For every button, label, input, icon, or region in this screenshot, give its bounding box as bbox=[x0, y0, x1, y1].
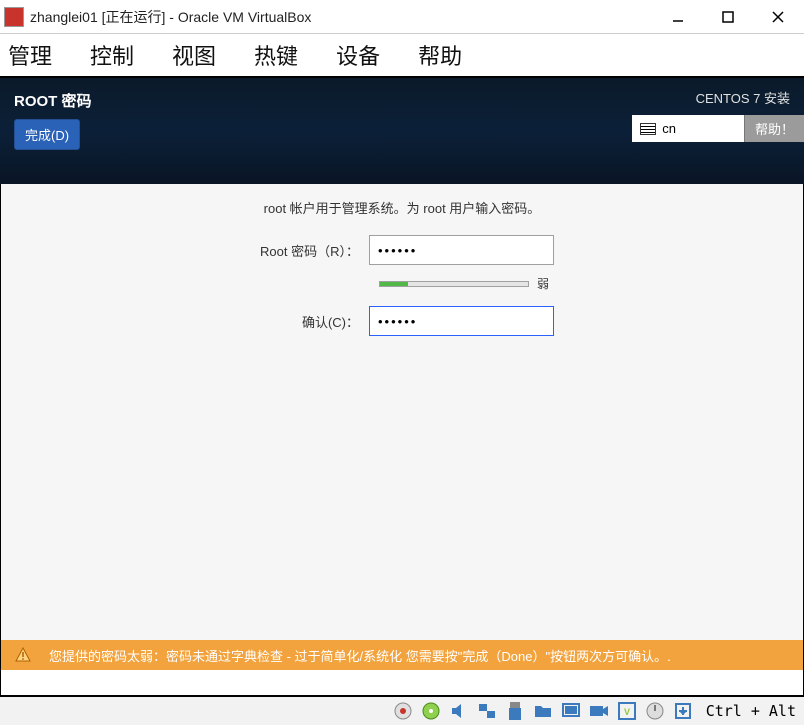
minimize-button[interactable] bbox=[656, 0, 700, 34]
keyboard-layout-value: cn bbox=[662, 121, 676, 136]
menu-hotkey[interactable]: 热键 bbox=[254, 39, 298, 71]
close-button[interactable] bbox=[756, 0, 800, 34]
menu-help[interactable]: 帮助 bbox=[418, 39, 462, 71]
warning-text: 您提供的密码太弱：密码未通过字典检查 - 过于简单化/系统化 您需要按"完成（D… bbox=[49, 646, 671, 665]
instruction-text: root 帐户用于管理系统。为 root 用户输入密码。 bbox=[1, 198, 803, 217]
svg-text:V: V bbox=[624, 707, 630, 717]
main-panel: root 帐户用于管理系统。为 root 用户输入密码。 Root 密码（R）：… bbox=[1, 184, 803, 670]
menu-devices[interactable]: 设备 bbox=[336, 39, 380, 71]
host-key-label: Ctrl + Alt bbox=[706, 702, 796, 720]
password-strength-fill bbox=[380, 282, 408, 286]
usb-icon[interactable] bbox=[504, 700, 526, 722]
display-icon[interactable] bbox=[560, 700, 582, 722]
help-button[interactable]: 帮助！ bbox=[744, 115, 804, 142]
root-password-label: Root 密码（R）： bbox=[239, 241, 369, 260]
password-strength-bar bbox=[379, 281, 529, 287]
menu-control[interactable]: 控制 bbox=[90, 39, 134, 71]
warning-icon bbox=[15, 647, 31, 663]
keyboard-layout-selector[interactable]: cn bbox=[632, 115, 744, 142]
confirm-password-input[interactable] bbox=[369, 306, 554, 336]
mouse-integration-icon[interactable] bbox=[672, 700, 694, 722]
hard-disk-icon[interactable] bbox=[392, 700, 414, 722]
anaconda-header: ROOT 密码 完成(D) CENTOS 7 安装 cn 帮助！ bbox=[0, 78, 804, 184]
cpu-icon[interactable] bbox=[644, 700, 666, 722]
audio-icon[interactable] bbox=[448, 700, 470, 722]
warning-bar: 您提供的密码太弱：密码未通过字典检查 - 过于简单化/系统化 您需要按"完成（D… bbox=[1, 640, 803, 670]
confirm-password-label: 确认(C)： bbox=[239, 312, 369, 331]
optical-disk-icon[interactable] bbox=[420, 700, 442, 722]
shared-folders-icon[interactable] bbox=[532, 700, 554, 722]
distro-label: CENTOS 7 安装 bbox=[632, 88, 790, 107]
maximize-button[interactable] bbox=[706, 0, 750, 34]
menu-view[interactable]: 视图 bbox=[172, 39, 216, 71]
menu-manage[interactable]: 管理 bbox=[8, 39, 52, 71]
done-button[interactable]: 完成(D) bbox=[14, 119, 80, 150]
recording-icon[interactable] bbox=[588, 700, 610, 722]
root-password-input[interactable] bbox=[369, 235, 554, 265]
titlebar: zhanglei01 [正在运行] - Oracle VM VirtualBox bbox=[0, 0, 804, 34]
password-strength-label: 弱 bbox=[537, 275, 549, 292]
menubar: 管理 控制 视图 热键 设备 帮助 bbox=[0, 34, 804, 78]
vrdp-icon[interactable]: V bbox=[616, 700, 638, 722]
window-title: zhanglei01 [正在运行] - Oracle VM VirtualBox bbox=[30, 7, 650, 27]
keyboard-icon bbox=[640, 123, 656, 135]
network-icon[interactable] bbox=[476, 700, 498, 722]
vbox-statusbar: V Ctrl + Alt bbox=[0, 695, 804, 725]
virtualbox-icon bbox=[4, 7, 24, 27]
